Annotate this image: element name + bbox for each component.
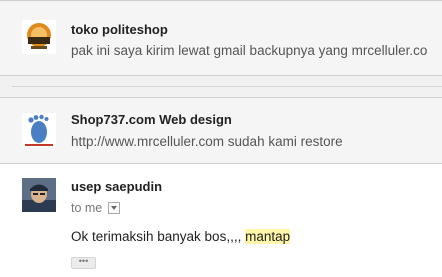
show-trimmed-content-button[interactable]: ••• xyxy=(71,257,96,269)
sender-name: toko politeshop xyxy=(71,22,168,37)
message-snippet: http://www.mrcelluler.com sudah kami res… xyxy=(71,134,343,149)
recipient-details[interactable]: to me xyxy=(71,201,121,215)
message-snippet: pak ini saya kirim lewat gmail backupnya… xyxy=(71,43,428,58)
message-collapsed-2[interactable]: Shop737.com Web design http://www.mrcell… xyxy=(0,97,442,163)
body-text: Ok terimaksih banyak bos,,,, xyxy=(71,229,246,244)
sender-name: Shop737.com Web design xyxy=(71,112,232,127)
show-details-dropdown-icon[interactable] xyxy=(108,201,121,214)
message-body: Ok terimaksih banyak bos,,,, mantap xyxy=(71,229,291,244)
sender-name: usep saepudin xyxy=(71,179,163,194)
footprint-logo-avatar xyxy=(22,113,56,147)
message-collapsed-1[interactable]: toko politeshop pak ini saya kirim lewat… xyxy=(0,0,442,75)
shop-logo-avatar xyxy=(22,20,56,54)
recipient-label: to me xyxy=(71,201,103,215)
highlighted-word: mantap xyxy=(245,229,291,244)
user-photo-avatar xyxy=(22,178,56,212)
message-expanded: usep saepudin to me Ok terimaksih banyak… xyxy=(0,163,442,277)
collapsed-messages-divider[interactable] xyxy=(0,75,442,97)
